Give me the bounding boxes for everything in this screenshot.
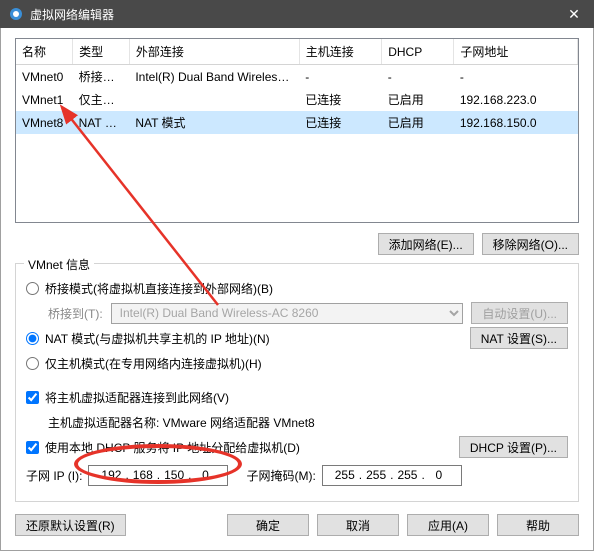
restore-defaults-button[interactable]: 还原默认设置(R)	[15, 514, 126, 536]
subnet-ip-label: 子网 IP (I):	[26, 467, 82, 484]
bridge-radio-label: 桥接模式(将虚拟机直接连接到外部网络)(B)	[45, 280, 273, 297]
column-header[interactable]: 类型	[73, 39, 130, 65]
connect-host-checkbox[interactable]	[26, 391, 39, 404]
nat-radio-label: NAT 模式(与虚拟机共享主机的 IP 地址)(N)	[45, 330, 270, 347]
bridge-to-label: 桥接到(T):	[48, 305, 103, 322]
column-header[interactable]: 名称	[16, 39, 73, 65]
nat-settings-button[interactable]: NAT 设置(S)...	[470, 327, 568, 349]
add-network-button[interactable]: 添加网络(E)...	[378, 233, 474, 255]
host-adapter-name: 主机虚拟适配器名称: VMware 网络适配器 VMnet8	[48, 414, 315, 431]
cancel-button[interactable]: 取消	[317, 514, 399, 536]
table-row[interactable]: VMnet8NAT 模式NAT 模式已连接已启用192.168.150.0	[16, 111, 578, 134]
mask-octet-2[interactable]	[363, 467, 389, 484]
use-dhcp-label: 使用本地 DHCP 服务将 IP 地址分配给虚拟机(D)	[45, 439, 300, 456]
nat-radio[interactable]	[26, 332, 39, 345]
column-header[interactable]: 主机连接	[299, 39, 381, 65]
vmnet-info-group: VMnet 信息 桥接模式(将虚拟机直接连接到外部网络)(B) 桥接到(T): …	[15, 263, 579, 502]
network-table[interactable]: 名称类型外部连接主机连接DHCP子网地址 VMnet0桥接模式Intel(R) …	[15, 38, 579, 223]
table-row[interactable]: VMnet0桥接模式Intel(R) Dual Band Wireless-..…	[16, 65, 578, 89]
mask-octet-4[interactable]	[426, 467, 452, 484]
column-header[interactable]: DHCP	[382, 39, 454, 65]
dhcp-settings-button[interactable]: DHCP 设置(P)...	[459, 436, 568, 458]
ip-octet-4[interactable]	[192, 467, 218, 484]
ok-button[interactable]: 确定	[227, 514, 309, 536]
remove-network-button[interactable]: 移除网络(O)...	[482, 233, 579, 255]
apply-button[interactable]: 应用(A)	[407, 514, 489, 536]
bridge-adapter-select: Intel(R) Dual Band Wireless-AC 8260	[111, 303, 464, 324]
close-button[interactable]: ✕	[554, 0, 594, 28]
app-icon	[8, 6, 24, 22]
help-button[interactable]: 帮助	[497, 514, 579, 536]
auto-settings-button: 自动设置(U)...	[471, 302, 568, 324]
titlebar: 虚拟网络编辑器 ✕	[0, 0, 594, 28]
ip-octet-3[interactable]	[161, 467, 187, 484]
ip-octet-1[interactable]	[98, 467, 124, 484]
mask-octet-1[interactable]	[332, 467, 358, 484]
mask-octet-3[interactable]	[394, 467, 420, 484]
hostonly-radio[interactable]	[26, 357, 39, 370]
column-header[interactable]: 子网地址	[454, 39, 578, 65]
connect-host-label: 将主机虚拟适配器连接到此网络(V)	[45, 389, 229, 406]
window-title: 虚拟网络编辑器	[30, 6, 554, 23]
use-dhcp-checkbox[interactable]	[26, 441, 39, 454]
ip-octet-2[interactable]	[130, 467, 156, 484]
hostonly-radio-label: 仅主机模式(在专用网络内连接虚拟机)(H)	[45, 355, 262, 372]
group-title: VMnet 信息	[24, 256, 94, 273]
table-row[interactable]: VMnet1仅主机...已连接已启用192.168.223.0	[16, 88, 578, 111]
subnet-mask-label: 子网掩码(M):	[246, 467, 315, 484]
column-header[interactable]: 外部连接	[129, 39, 299, 65]
subnet-ip-input[interactable]: . . .	[88, 465, 228, 486]
subnet-mask-input[interactable]: . . .	[322, 465, 462, 486]
bridge-radio[interactable]	[26, 282, 39, 295]
